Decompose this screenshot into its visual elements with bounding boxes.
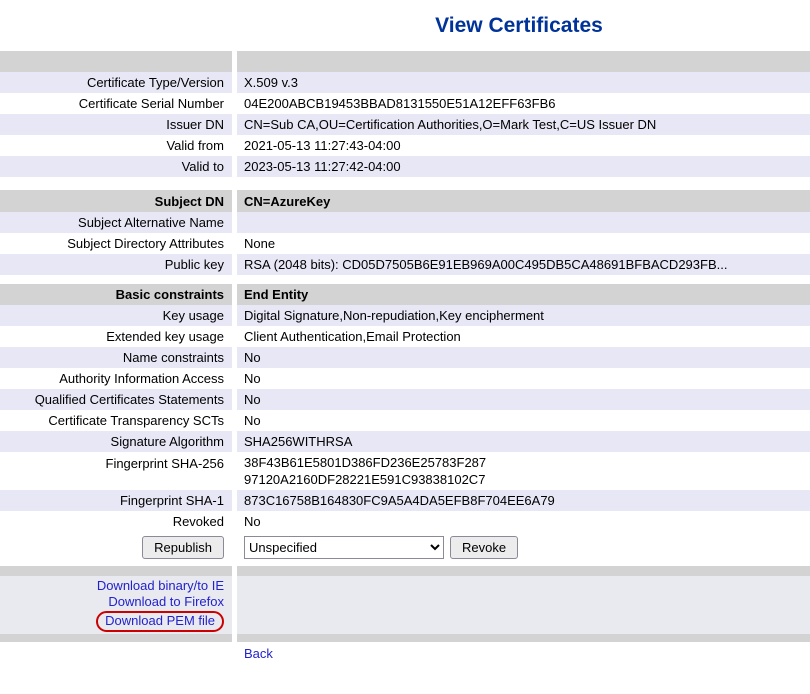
section-header-value: End Entity bbox=[237, 284, 810, 305]
table-row: Certificate Serial Number 04E200ABCB1945… bbox=[0, 93, 810, 114]
table-row: Signature Algorithm SHA256WITHRSA bbox=[0, 431, 810, 452]
page-title: View Certificates bbox=[0, 14, 810, 38]
certificate-table: Certificate Type/Version X.509 v.3 Certi… bbox=[0, 51, 810, 664]
section-header-subject-dn: Subject DN CN=AzureKey bbox=[0, 190, 810, 212]
section-gap bbox=[0, 275, 810, 284]
field-label: Valid to bbox=[0, 156, 232, 177]
back-link[interactable]: Back bbox=[244, 646, 273, 661]
field-label: Fingerprint SHA-256 bbox=[0, 452, 232, 490]
field-value: No bbox=[237, 347, 810, 368]
field-value: SHA256WITHRSA bbox=[237, 431, 810, 452]
download-firefox-link[interactable]: Download to Firefox bbox=[108, 594, 224, 610]
table-row: Authority Information Access No bbox=[0, 368, 810, 389]
back-row: Back bbox=[0, 642, 810, 664]
table-row: Valid from 2021-05-13 11:27:43-04:00 bbox=[0, 135, 810, 156]
fingerprint-line-2: 97120A2160DF28221E591C93838102C7 bbox=[244, 472, 485, 487]
field-value bbox=[237, 212, 810, 233]
table-row: Fingerprint SHA-1 873C16758B164830FC9A5A… bbox=[0, 490, 810, 511]
field-label: Signature Algorithm bbox=[0, 431, 232, 452]
field-value: 2021-05-13 11:27:43-04:00 bbox=[237, 135, 810, 156]
field-label: Authority Information Access bbox=[0, 368, 232, 389]
table-top-band bbox=[0, 51, 810, 72]
field-value: CN=Sub CA,OU=Certification Authorities,O… bbox=[237, 114, 810, 135]
separator-band-right bbox=[237, 634, 810, 642]
field-label: Valid from bbox=[0, 135, 232, 156]
field-value: Client Authentication,Email Protection bbox=[237, 326, 810, 347]
separator-band-left bbox=[0, 566, 232, 576]
separator-band bbox=[0, 634, 810, 642]
field-label: Certificate Type/Version bbox=[0, 72, 232, 93]
separator-band-right bbox=[237, 566, 810, 576]
table-row: Issuer DN CN=Sub CA,OU=Certification Aut… bbox=[0, 114, 810, 135]
field-value: 04E200ABCB19453BBAD8131550E51A12EFF63FB6 bbox=[237, 93, 810, 114]
back-row-left bbox=[0, 642, 232, 664]
pem-highlight-annotation: Download PEM file bbox=[96, 611, 224, 632]
field-label: Public key bbox=[0, 254, 232, 275]
field-value: 38F43B61E5801D386FD236E25783F287 97120A2… bbox=[237, 452, 810, 490]
field-label: Issuer DN bbox=[0, 114, 232, 135]
download-binary-ie-link[interactable]: Download binary/to IE bbox=[97, 578, 224, 594]
revoke-button[interactable]: Revoke bbox=[450, 536, 518, 559]
field-value: RSA (2048 bits): CD05D7505B6E91EB969A00C… bbox=[237, 254, 810, 275]
field-value: 873C16758B164830FC9A5A4DA5EFB8F704EE6A79 bbox=[237, 490, 810, 511]
top-band-left bbox=[0, 51, 232, 72]
field-label: Certificate Serial Number bbox=[0, 93, 232, 114]
section-header-basic-constraints: Basic constraints End Entity bbox=[0, 284, 810, 305]
field-value: Digital Signature,Non-repudiation,Key en… bbox=[237, 305, 810, 326]
republish-button[interactable]: Republish bbox=[142, 536, 224, 559]
table-row: Subject Alternative Name bbox=[0, 212, 810, 233]
republish-cell: Republish bbox=[0, 532, 232, 562]
field-value: No bbox=[237, 410, 810, 431]
download-links-cell: Download binary/to IE Download to Firefo… bbox=[0, 576, 232, 634]
table-row: Certificate Transparency SCTs No bbox=[0, 410, 810, 431]
field-label: Subject Directory Attributes bbox=[0, 233, 232, 254]
download-row-right bbox=[237, 576, 810, 634]
section-header-value: CN=AzureKey bbox=[237, 190, 810, 212]
download-row: Download binary/to IE Download to Firefo… bbox=[0, 576, 810, 634]
table-row: Name constraints No bbox=[0, 347, 810, 368]
field-label: Qualified Certificates Statements bbox=[0, 389, 232, 410]
download-pem-link[interactable]: Download PEM file bbox=[105, 613, 215, 628]
fingerprint-line-1: 38F43B61E5801D386FD236E25783F287 bbox=[244, 455, 486, 470]
separator-band-left bbox=[0, 634, 232, 642]
actions-row: Republish Unspecified Revoke bbox=[0, 532, 810, 562]
field-label: Key usage bbox=[0, 305, 232, 326]
field-value: No bbox=[237, 511, 810, 532]
field-value: No bbox=[237, 389, 810, 410]
field-label: Name constraints bbox=[0, 347, 232, 368]
field-label: Extended key usage bbox=[0, 326, 232, 347]
top-band-right bbox=[237, 51, 810, 72]
field-label: Subject Alternative Name bbox=[0, 212, 232, 233]
field-label: Revoked bbox=[0, 511, 232, 532]
field-label: Fingerprint SHA-1 bbox=[0, 490, 232, 511]
table-row: Key usage Digital Signature,Non-repudiat… bbox=[0, 305, 810, 326]
section-header-label: Basic constraints bbox=[0, 284, 232, 305]
table-row: Extended key usage Client Authentication… bbox=[0, 326, 810, 347]
field-value: No bbox=[237, 368, 810, 389]
table-row-fingerprint-sha256: Fingerprint SHA-256 38F43B61E5801D386FD2… bbox=[0, 452, 810, 490]
table-row: Revoked No bbox=[0, 511, 810, 532]
field-value: X.509 v.3 bbox=[237, 72, 810, 93]
section-header-label: Subject DN bbox=[0, 190, 232, 212]
field-value: None bbox=[237, 233, 810, 254]
field-value: 2023-05-13 11:27:42-04:00 bbox=[237, 156, 810, 177]
revoke-cell: Unspecified Revoke bbox=[237, 532, 810, 562]
back-cell: Back bbox=[237, 642, 810, 664]
table-row: Public key RSA (2048 bits): CD05D7505B6E… bbox=[0, 254, 810, 275]
table-row: Subject Directory Attributes None bbox=[0, 233, 810, 254]
separator-band bbox=[0, 566, 810, 576]
field-label: Certificate Transparency SCTs bbox=[0, 410, 232, 431]
section-gap bbox=[0, 177, 810, 190]
table-row: Valid to 2023-05-13 11:27:42-04:00 bbox=[0, 156, 810, 177]
revocation-reason-select[interactable]: Unspecified bbox=[244, 536, 444, 559]
table-row: Qualified Certificates Statements No bbox=[0, 389, 810, 410]
table-row: Certificate Type/Version X.509 v.3 bbox=[0, 72, 810, 93]
